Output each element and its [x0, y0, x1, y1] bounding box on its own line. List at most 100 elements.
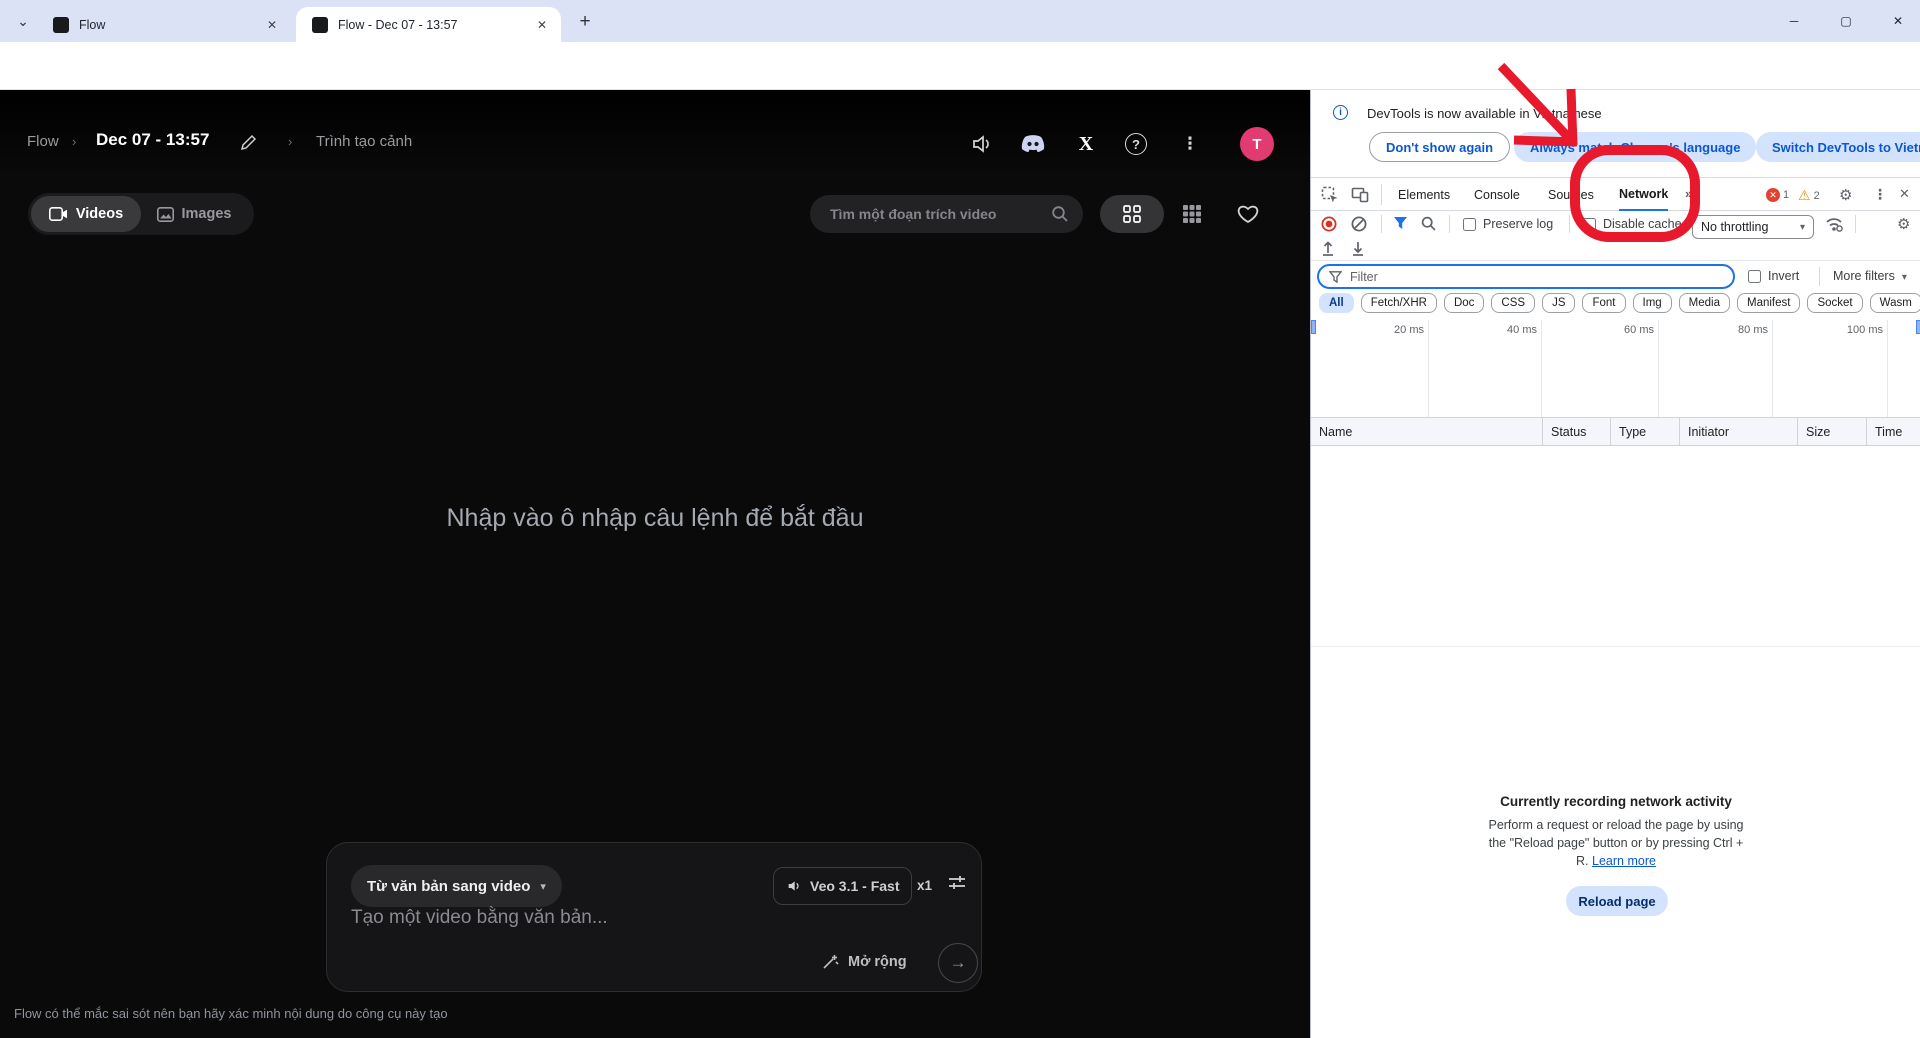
timeline-right-handle[interactable]	[1916, 320, 1920, 334]
view-toggle	[1100, 195, 1276, 233]
chip-manifest[interactable]: Manifest	[1737, 293, 1800, 313]
prompt-composer: Từ văn bản sang video ▾ Veo 3.1 - Fast x…	[326, 842, 982, 992]
flow-favicon	[53, 17, 69, 33]
table-area-divider	[1311, 646, 1920, 647]
tab-images[interactable]: Images	[141, 196, 247, 232]
breadcrumb-separator: ›	[288, 134, 292, 149]
more-filters-button[interactable]: More filters▾	[1833, 269, 1907, 283]
user-avatar[interactable]: T	[1240, 127, 1274, 161]
column-type[interactable]: Type	[1611, 418, 1680, 445]
network-conditions-icon[interactable]	[1825, 216, 1843, 232]
timeline-left-handle[interactable]	[1311, 320, 1316, 334]
error-count-badge[interactable]: ✕1	[1766, 188, 1789, 202]
clip-search[interactable]	[810, 195, 1083, 233]
model-selector[interactable]: Veo 3.1 - Fast	[773, 867, 912, 905]
column-status[interactable]: Status	[1543, 418, 1611, 445]
import-har-icon[interactable]	[1321, 240, 1335, 256]
network-filter-field[interactable]	[1317, 264, 1735, 289]
info-icon: i	[1333, 105, 1348, 120]
grid-3x3-view-icon[interactable]	[1164, 195, 1220, 233]
settings-sliders-icon[interactable]	[947, 873, 967, 893]
chip-css[interactable]: CSS	[1491, 293, 1535, 313]
dont-show-again-button[interactable]: Don't show again	[1369, 132, 1510, 162]
grid-2x2-view-icon[interactable]	[1100, 195, 1164, 233]
devtools-close-icon[interactable]: ✕	[1899, 186, 1910, 202]
x-logo-icon[interactable]: X	[1072, 130, 1100, 158]
breadcrumb-page: Trình tạo cảnh	[316, 133, 412, 150]
record-network-log-icon[interactable]	[1321, 216, 1337, 232]
request-table-header: Name Status Type Initiator Size Time	[1311, 417, 1920, 446]
submit-arrow-button[interactable]: →	[938, 943, 978, 983]
prompt-placeholder[interactable]: Tạo một video bằng văn bản...	[351, 907, 608, 929]
tab-close-icon[interactable]: ✕	[533, 16, 551, 34]
inspect-element-icon[interactable]	[1321, 186, 1339, 204]
browser-tab-flow[interactable]: Flow ✕	[37, 7, 291, 42]
flow-menu-kebab-icon[interactable]: ⋮	[1176, 130, 1204, 158]
tab-close-icon[interactable]: ✕	[263, 16, 281, 34]
reload-page-button[interactable]: Reload page	[1566, 886, 1668, 916]
tab-videos[interactable]: Videos	[31, 196, 141, 232]
timeline-tick: 100 ms	[1813, 324, 1883, 336]
devtools-menu-kebab-icon[interactable]: ⋮	[1873, 186, 1887, 203]
window-minimize-button[interactable]: ─	[1772, 0, 1816, 42]
new-tab-button[interactable]: +	[572, 9, 598, 35]
expand-button[interactable]: Mở rộng	[821, 953, 907, 971]
devtools-settings-gear-icon[interactable]: ⚙	[1839, 186, 1852, 204]
chip-all[interactable]: All	[1319, 293, 1354, 313]
window-maximize-button[interactable]: ▢	[1824, 0, 1868, 42]
learn-more-link[interactable]: Learn more	[1592, 854, 1656, 868]
chevron-down-icon: ▾	[1902, 272, 1907, 283]
clear-network-log-icon[interactable]	[1351, 216, 1367, 232]
search-icon	[1051, 205, 1069, 223]
more-tabs-icon[interactable]: »	[1685, 186, 1692, 201]
chevron-down-icon: ▾	[540, 880, 546, 893]
disable-cache-checkbox[interactable]: Disable cache	[1583, 217, 1682, 231]
chip-js[interactable]: JS	[1542, 293, 1575, 313]
column-time[interactable]: Time	[1867, 418, 1920, 445]
window-close-button[interactable]: ✕	[1876, 0, 1920, 42]
invert-filter-checkbox[interactable]: Invert	[1748, 269, 1799, 283]
network-settings-gear-icon[interactable]: ⚙	[1897, 215, 1910, 233]
browser-tab-flow-project[interactable]: Flow - Dec 07 - 13:57 ✕	[296, 7, 561, 42]
help-icon[interactable]: ?	[1122, 130, 1150, 158]
preserve-log-checkbox[interactable]: Preserve log	[1463, 217, 1553, 231]
chip-doc[interactable]: Doc	[1444, 293, 1484, 313]
always-match-language-button[interactable]: Always match Chrome's language	[1514, 132, 1756, 162]
breadcrumb-app[interactable]: Flow	[27, 133, 59, 150]
devtools-language-notification: DevTools is now available in Vietnamese	[1367, 106, 1602, 121]
recording-help-line: Perform a request or reload the page by …	[1311, 818, 1920, 832]
favorites-heart-icon[interactable]	[1220, 195, 1276, 233]
column-initiator[interactable]: Initiator	[1680, 418, 1798, 445]
chip-socket[interactable]: Socket	[1807, 293, 1862, 313]
tab-elements[interactable]: Elements	[1398, 178, 1450, 211]
chip-media[interactable]: Media	[1679, 293, 1730, 313]
export-har-icon[interactable]	[1351, 240, 1365, 256]
tab-network[interactable]: Network	[1619, 178, 1668, 211]
throttling-select[interactable]: No throttling ▾	[1692, 215, 1814, 239]
tab-console[interactable]: Console	[1474, 178, 1520, 211]
discord-icon[interactable]	[1019, 130, 1047, 158]
device-toolbar-icon[interactable]	[1351, 186, 1369, 204]
audio-icon[interactable]	[968, 130, 996, 158]
tab-sources[interactable]: Sources	[1548, 178, 1594, 211]
recording-status-title: Currently recording network activity	[1311, 794, 1920, 809]
chip-img[interactable]: Img	[1633, 293, 1672, 313]
mode-selector[interactable]: Từ văn bản sang video ▾	[351, 865, 562, 907]
edit-pencil-icon[interactable]	[234, 128, 262, 156]
network-search-icon[interactable]	[1421, 216, 1436, 231]
warning-count-badge[interactable]: ⚠2	[1798, 187, 1820, 204]
column-name[interactable]: Name	[1311, 418, 1543, 445]
switch-devtools-language-button[interactable]: Switch DevTools to Vietnamese	[1756, 132, 1920, 162]
network-overview-timeline[interactable]: 20 ms 40 ms 60 ms 80 ms 100 ms	[1311, 320, 1920, 417]
tab-search-button[interactable]: ⌄	[10, 8, 36, 34]
output-count[interactable]: x1	[917, 878, 932, 893]
browser-toolbar: ← → ⟳ labs.google/fx/vi/tools/flow/proje…	[0, 42, 1920, 90]
chip-wasm[interactable]: Wasm	[1870, 293, 1920, 313]
column-size[interactable]: Size	[1798, 418, 1867, 445]
chip-fetch-xhr[interactable]: Fetch/XHR	[1361, 293, 1437, 313]
network-filter-input[interactable]	[1350, 270, 1723, 284]
chip-font[interactable]: Font	[1582, 293, 1625, 313]
filter-funnel-icon[interactable]	[1393, 216, 1408, 230]
chevron-down-icon: ▾	[1800, 222, 1805, 233]
clip-search-input[interactable]	[830, 206, 1051, 222]
